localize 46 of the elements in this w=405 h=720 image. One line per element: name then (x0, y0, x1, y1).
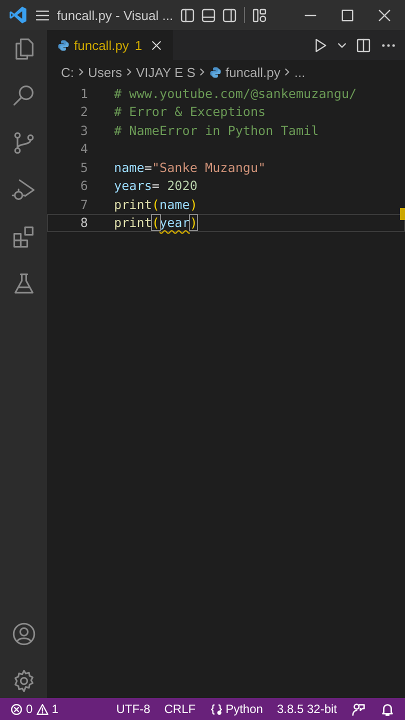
line-number: 4 (79, 141, 89, 156)
status-item[interactable]: UTF-8 (116, 702, 150, 716)
feedback-icon[interactable] (351, 702, 366, 716)
code-line: # NameError in Python Tamil (114, 122, 319, 138)
layout-grid-icon[interactable] (251, 6, 268, 24)
sidebar-layout-icon[interactable] (179, 6, 196, 24)
line-number: 5 (79, 160, 89, 175)
code-line: print(year) (114, 215, 198, 230)
line-number: 2 (79, 104, 89, 120)
code-line: print(name) (114, 196, 198, 212)
code-line: name="Sanke Muzangu" (114, 160, 266, 175)
status-item[interactable]: CRLF (164, 702, 196, 716)
python-file-icon (57, 38, 70, 52)
line-number: 1 (79, 86, 89, 101)
bell-icon[interactable] (380, 702, 395, 716)
braces-icon (210, 702, 223, 716)
editor-tab[interactable]: funcall.py 1 (47, 30, 174, 60)
split-editor-icon[interactable] (355, 36, 372, 54)
warning-marker (400, 208, 405, 220)
code-line: # www.youtube.com/@sankemuzangu/ (114, 86, 357, 101)
vscode-logo-icon (8, 5, 28, 25)
breadcrumb-item[interactable]: ... (294, 64, 306, 80)
code-line: # Error & Exceptions (114, 104, 266, 120)
account-icon[interactable] (10, 621, 36, 647)
status-item[interactable]: 3.8.5 32-bit (276, 702, 337, 716)
run-debug-icon[interactable] (10, 177, 36, 203)
line-number: 8 (79, 215, 89, 230)
secondary-sidebar-icon[interactable] (221, 6, 238, 24)
language-mode[interactable]: Python (210, 702, 263, 716)
error-icon (10, 702, 23, 716)
problems-status[interactable]: 0 1 (10, 702, 58, 716)
panel-layout-icon[interactable] (200, 6, 218, 24)
code-line: years= 2020 (114, 178, 198, 194)
problem-count: 1 (134, 38, 142, 52)
extensions-icon[interactable] (10, 224, 36, 250)
close-tab-icon[interactable] (150, 38, 164, 52)
breadcrumb-item[interactable]: Users (88, 64, 122, 80)
python-file-icon (209, 66, 222, 78)
breadcrumb-item[interactable]: VIJAY E S (136, 64, 196, 80)
line-number: 6 (79, 178, 89, 194)
warning-icon (36, 702, 49, 716)
breadcrumb-item[interactable]: funcall.py (225, 64, 280, 80)
breadcrumb-item[interactable]: C: (61, 64, 74, 80)
line-number: 3 (79, 122, 89, 138)
window-title: funcall.py - Visual ... (57, 8, 174, 22)
line-number: 7 (79, 196, 89, 212)
